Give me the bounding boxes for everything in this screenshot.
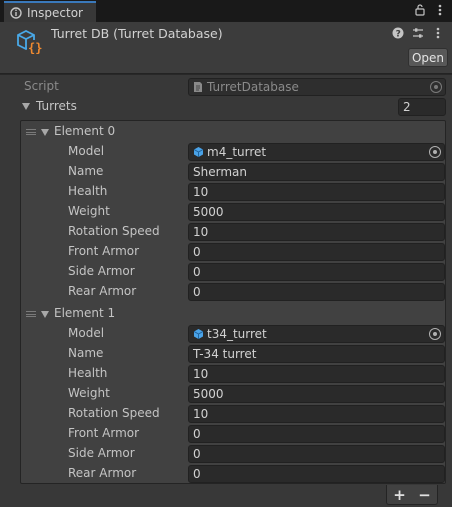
field-label: Rotation Speed (68, 224, 160, 238)
value-input-field[interactable]: 10 (188, 365, 445, 383)
inspector-header: {} Turret DB (Turret Database) ? Open (0, 22, 452, 74)
list-element-header[interactable]: Element 0 (21, 122, 445, 142)
element-label: Element 1 (54, 306, 116, 320)
help-icon[interactable]: ? (392, 26, 404, 40)
value-input-field[interactable]: 10 (188, 223, 445, 241)
page-title: Turret DB (Turret Database) (51, 26, 223, 41)
value-input-field[interactable]: 0 (188, 243, 445, 261)
turrets-list: Element 0 Model m4_turret Name Sherman Health… (20, 120, 446, 484)
kebab-menu-icon[interactable] (434, 3, 446, 17)
model-value: m4_turret (207, 145, 267, 159)
field-label: Side Armor (68, 264, 135, 278)
model-object-field[interactable]: t34_turret (188, 325, 445, 343)
script-label: Script (24, 79, 59, 93)
object-picker-icon[interactable] (429, 328, 441, 340)
value-input-field[interactable]: 0 (188, 445, 445, 463)
field-label: Weight (68, 386, 110, 400)
script-field: TurretDatabase (188, 78, 446, 96)
model-object-field[interactable]: m4_turret (188, 143, 445, 161)
field-label: Health (68, 184, 108, 198)
script-asset-icon: {} (14, 28, 42, 56)
open-button[interactable]: Open (408, 48, 448, 67)
model-value: t34_turret (207, 327, 267, 341)
preset-icon[interactable] (412, 26, 424, 40)
field-label: Front Armor (68, 244, 140, 258)
kebab-menu-icon[interactable] (432, 26, 444, 40)
field-label: Rear Armor (68, 284, 137, 298)
value-input-field[interactable]: Sherman (188, 163, 445, 181)
drag-handle-icon[interactable] (26, 311, 36, 317)
value-input-field[interactable]: 5000 (188, 385, 445, 403)
list-element-header[interactable]: Element 1 (21, 304, 445, 324)
turrets-foldout-icon[interactable] (22, 103, 30, 110)
model-prefab-icon (192, 146, 204, 158)
list-footer: + − (386, 485, 438, 505)
value-input-field[interactable]: 5000 (188, 203, 445, 221)
object-picker-icon (430, 81, 442, 93)
model-prefab-icon (192, 328, 204, 340)
script-file-icon (192, 81, 204, 93)
inspector-icon (10, 7, 22, 19)
value-input-field[interactable]: 0 (188, 263, 445, 281)
field-label: Rear Armor (68, 466, 137, 480)
tab-inspector[interactable]: Inspector (4, 1, 96, 23)
value-input-field[interactable]: 0 (188, 283, 445, 301)
value-input-field[interactable]: 10 (188, 183, 445, 201)
turrets-size-field[interactable]: 2 (398, 98, 446, 116)
value-input-field[interactable]: 0 (188, 425, 445, 443)
inspector-body: Script TurretDatabase Turrets 2 Element … (0, 75, 452, 507)
field-label: Model (68, 326, 105, 340)
tab-bar: Inspector (0, 0, 452, 23)
field-label: Side Armor (68, 446, 135, 460)
field-label: Name (68, 346, 104, 360)
value-input-field[interactable]: T-34 turret (188, 345, 445, 363)
remove-element-button[interactable]: − (418, 486, 431, 504)
field-label: Model (68, 144, 105, 158)
add-element-button[interactable]: + (393, 486, 406, 504)
field-label: Weight (68, 204, 110, 218)
lock-icon[interactable] (414, 3, 426, 17)
script-value: TurretDatabase (207, 80, 299, 94)
field-label: Health (68, 366, 108, 380)
element-foldout-icon[interactable] (41, 311, 49, 318)
svg-text:{}: {} (28, 41, 42, 55)
drag-handle-icon[interactable] (26, 129, 36, 135)
element-foldout-icon[interactable] (41, 129, 49, 136)
tab-label: Inspector (27, 6, 83, 20)
value-input-field[interactable]: 0 (188, 465, 445, 483)
svg-text:?: ? (396, 30, 401, 40)
field-label: Rotation Speed (68, 406, 160, 420)
turrets-label[interactable]: Turrets (36, 99, 77, 113)
field-label: Front Armor (68, 426, 140, 440)
object-picker-icon[interactable] (429, 146, 441, 158)
value-input-field[interactable]: 10 (188, 405, 445, 423)
field-label: Name (68, 164, 104, 178)
element-label: Element 0 (54, 124, 116, 138)
